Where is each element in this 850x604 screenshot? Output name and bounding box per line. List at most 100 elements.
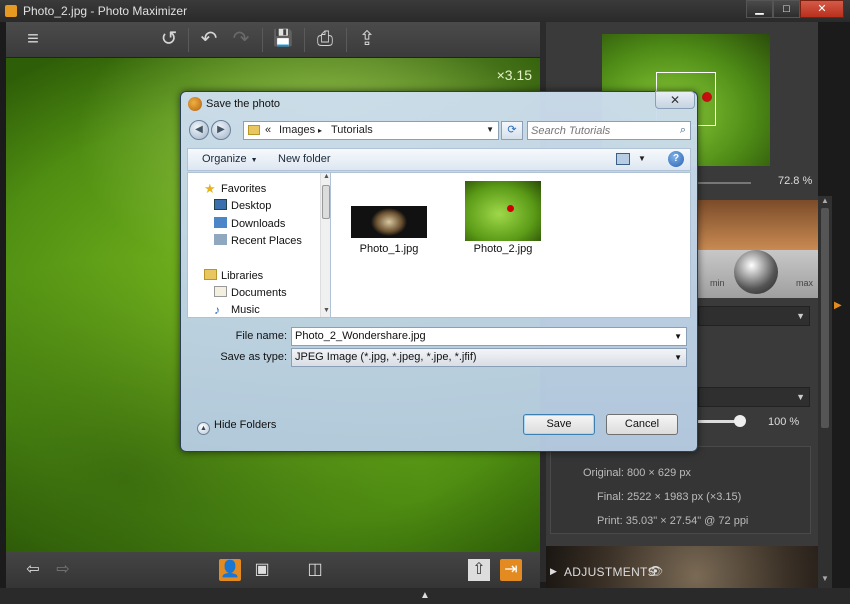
redo-icon[interactable]: ↷ bbox=[228, 28, 254, 52]
chevron-down-icon[interactable]: ▼ bbox=[674, 353, 682, 362]
save-button[interactable]: Save bbox=[523, 414, 595, 435]
size-info-box: Original: 800 × 629 px Final: 2522 × 198… bbox=[550, 446, 811, 534]
search-input[interactable] bbox=[531, 124, 671, 138]
maximize-button[interactable]: □ bbox=[773, 0, 800, 18]
organize-label: Organize bbox=[202, 153, 247, 165]
ladybug-image bbox=[702, 92, 712, 102]
upload-icon[interactable]: ⇧ bbox=[468, 559, 490, 581]
print-icon[interactable]: ⎙ bbox=[312, 28, 338, 52]
method-select[interactable]: ▼ bbox=[698, 387, 810, 407]
hide-folders-label: Hide Folders bbox=[214, 419, 277, 431]
next-photo-icon[interactable]: ⇨ bbox=[52, 559, 74, 581]
address-separator: « bbox=[265, 124, 272, 136]
breadcrumb-tutorials[interactable]: Tutorials bbox=[331, 124, 373, 136]
toolbar-divider bbox=[304, 28, 305, 52]
preset-select[interactable]: ▼ bbox=[698, 306, 810, 326]
file-name-field[interactable]: Photo_2_Wondershare.jpg ▼ bbox=[291, 327, 687, 346]
menu-icon[interactable]: ≡ bbox=[20, 28, 46, 52]
status-strip: ▲ bbox=[0, 588, 850, 604]
nav-music[interactable]: ♪ Music bbox=[214, 303, 260, 317]
refresh-button[interactable]: ⟳ bbox=[501, 121, 523, 140]
cancel-button[interactable]: Cancel bbox=[606, 414, 678, 435]
recent-places-icon bbox=[214, 234, 227, 245]
window-titlebar: Photo_2.jpg - Photo Maximizer ▁ □ ✕ bbox=[0, 0, 850, 22]
breadcrumb-arrow-icon[interactable]: ▸ bbox=[318, 126, 322, 135]
previous-photo-icon[interactable]: ⇦ bbox=[22, 559, 44, 581]
scroll-up-icon[interactable]: ▲ bbox=[821, 196, 829, 205]
navigator-zoom-slider[interactable] bbox=[696, 182, 751, 184]
scroll-up-icon[interactable]: ▲ bbox=[323, 173, 330, 180]
hide-folders-toggle[interactable]: ▲ Hide Folders bbox=[197, 419, 276, 435]
nav-recent-places[interactable]: Recent Places bbox=[214, 234, 302, 247]
search-box[interactable]: ⌕ bbox=[527, 121, 691, 140]
dialog-close-button[interactable]: ✕ bbox=[655, 91, 695, 109]
new-folder-button[interactable]: New folder bbox=[278, 153, 331, 165]
chevron-up-icon: ▲ bbox=[197, 422, 210, 435]
nav-scrollbar[interactable]: ▲ ▼ bbox=[320, 173, 330, 317]
export-icon[interactable]: ⇪ bbox=[354, 28, 380, 52]
app-icon bbox=[5, 5, 17, 17]
panel-toggle-icon[interactable]: ▶ bbox=[834, 300, 842, 311]
nav-desktop[interactable]: Desktop bbox=[214, 199, 271, 212]
nav-scrollbar-thumb[interactable] bbox=[322, 185, 330, 219]
final-size: Final: 2522 × 1983 px (×3.15) bbox=[597, 491, 742, 503]
strength-slider-handle[interactable] bbox=[734, 415, 746, 427]
file-thumbnail-photo-1[interactable] bbox=[351, 206, 427, 238]
minimize-button[interactable]: ▁ bbox=[746, 0, 773, 18]
undo-icon[interactable]: ↶ bbox=[196, 28, 222, 52]
single-view-icon[interactable]: 👤 bbox=[219, 559, 241, 581]
address-bar[interactable]: « Images ▸ Tutorials ▼ bbox=[243, 121, 499, 140]
back-button[interactable]: ◀ bbox=[189, 120, 209, 140]
strength-slider-track[interactable] bbox=[698, 420, 738, 423]
help-icon[interactable]: ? bbox=[668, 151, 684, 167]
command-bar: Organize ▼ New folder ▼ ? bbox=[187, 148, 691, 171]
navigation-pane: ★ Favorites Desktop Downloads Recent Plac… bbox=[187, 172, 331, 318]
nav-libraries[interactable]: Libraries bbox=[204, 269, 263, 282]
nav-favorites[interactable]: ★ Favorites bbox=[204, 181, 266, 197]
view-options-icon[interactable] bbox=[616, 153, 630, 165]
breadcrumb-images[interactable]: Images bbox=[279, 124, 315, 136]
scrollbar-thumb[interactable] bbox=[821, 208, 829, 428]
right-panel-scrollbar[interactable]: ▲ ▼ bbox=[818, 196, 832, 588]
star-icon: ★ bbox=[204, 181, 216, 196]
nav-favorites-label: Favorites bbox=[221, 183, 267, 195]
preset-hands-image bbox=[698, 200, 818, 250]
scroll-down-icon[interactable]: ▼ bbox=[821, 574, 829, 583]
print-size: Print: 35.03" × 27.54" @ 72 ppi bbox=[597, 515, 749, 527]
nav-desktop-label: Desktop bbox=[231, 200, 272, 212]
save-icon[interactable]: 💾 bbox=[270, 28, 296, 52]
organize-button[interactable]: Organize ▼ bbox=[202, 153, 258, 165]
libraries-icon bbox=[204, 269, 217, 280]
view-dropdown-icon[interactable]: ▼ bbox=[638, 154, 646, 163]
exit-icon[interactable]: ⇥ bbox=[500, 559, 522, 581]
rotate-icon[interactable]: ↺ bbox=[156, 28, 182, 52]
zoom-label: ×3.15 bbox=[496, 67, 532, 83]
toolbar-divider bbox=[262, 28, 263, 52]
close-button[interactable]: ✕ bbox=[800, 0, 844, 18]
save-type-value: JPEG Image (*.jpg, *.jpeg, *.jpe, *.jfif… bbox=[295, 351, 477, 363]
nav-documents[interactable]: Documents bbox=[214, 286, 287, 299]
collapse-icon[interactable]: ▲ bbox=[420, 590, 430, 601]
strength-value: 100 % bbox=[768, 416, 800, 428]
save-form: File name: Photo_2_Wondershare.jpg ▼ Sav… bbox=[187, 318, 691, 446]
file-thumbnail-photo-2[interactable] bbox=[465, 181, 541, 241]
file-name-photo-2[interactable]: Photo_2.jpg bbox=[453, 243, 553, 255]
bottom-toolbar: ⇦ ⇨ 👤 ▣ ◫ ⇧ ⇥ bbox=[6, 552, 540, 588]
eye-icon[interactable]: 👁 bbox=[648, 564, 663, 578]
search-icon[interactable]: ⌕ bbox=[680, 124, 686, 137]
scroll-down-icon[interactable]: ▼ bbox=[323, 307, 330, 314]
forward-button[interactable]: ▶ bbox=[211, 120, 231, 140]
split-view-icon[interactable]: ◫ bbox=[304, 559, 326, 581]
desktop-icon bbox=[214, 199, 227, 210]
compare-view-icon[interactable]: ▣ bbox=[251, 559, 273, 581]
knob-icon bbox=[734, 250, 778, 294]
file-name-photo-1[interactable]: Photo_1.jpg bbox=[339, 243, 439, 255]
app-icon bbox=[188, 97, 202, 111]
file-name-value[interactable]: Photo_2_Wondershare.jpg bbox=[295, 330, 426, 342]
chevron-down-icon[interactable]: ▼ bbox=[674, 332, 682, 341]
nav-downloads[interactable]: Downloads bbox=[214, 217, 285, 230]
adjustments-header[interactable]: ▶ ADJUSTMENTS 👁 bbox=[546, 546, 818, 588]
preset-preview[interactable]: min max bbox=[698, 200, 818, 298]
address-dropdown-icon[interactable]: ▼ bbox=[486, 125, 494, 134]
save-type-select[interactable]: JPEG Image (*.jpg, *.jpeg, *.jpe, *.jfif… bbox=[291, 348, 687, 367]
